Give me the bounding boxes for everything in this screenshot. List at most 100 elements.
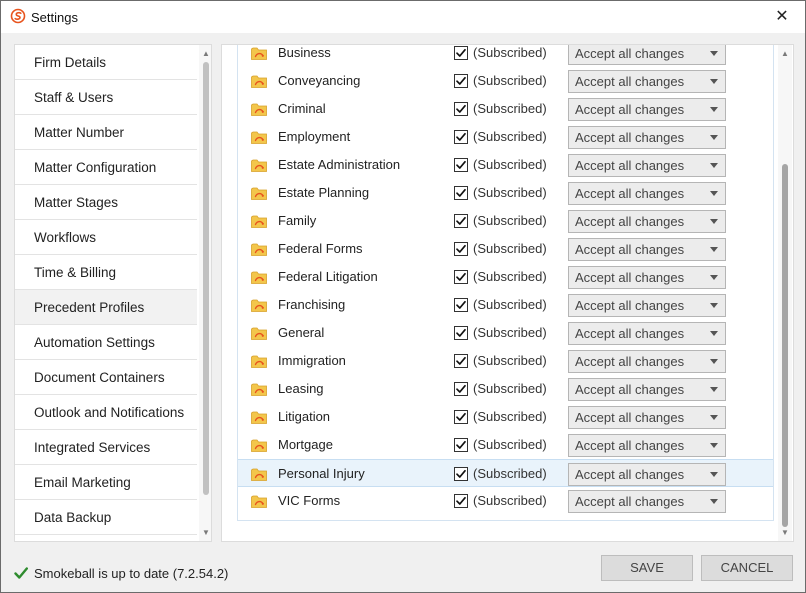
profile-row[interactable]: Personal Injury (Subscribed) Accept all ch… [238, 459, 773, 487]
subscribe-checkbox[interactable] [454, 298, 468, 312]
subscribe-checkbox[interactable] [454, 46, 468, 60]
subscribe-checkbox[interactable] [454, 102, 468, 116]
sidebar-scroll-thumb[interactable] [203, 62, 209, 495]
dropdown-value: Accept all changes [575, 46, 685, 61]
sidebar-item-workflows[interactable]: Workflows [15, 220, 197, 255]
profile-name: Federal Litigation [278, 269, 378, 284]
subscribe-checkbox[interactable] [454, 438, 468, 452]
update-policy-dropdown[interactable]: Accept all changes [568, 266, 726, 289]
scroll-down-arrow-icon[interactable]: ▼ [199, 526, 211, 540]
subscribe-checkbox[interactable] [454, 467, 468, 481]
precedent-folder-icon [250, 184, 268, 202]
profile-name: VIC Forms [278, 493, 341, 508]
update-policy-dropdown[interactable]: Accept all changes [568, 238, 726, 261]
settings-window: Settings ✕ Firm Details Staff & Users Matt… [0, 0, 806, 593]
dropdown-value: Accept all changes [575, 382, 685, 397]
profile-name: Estate Administration [278, 157, 401, 172]
update-policy-dropdown[interactable]: Accept all changes [568, 378, 726, 401]
chevron-down-icon [710, 415, 718, 420]
subscription-status: (Subscribed) [473, 325, 547, 340]
profile-row[interactable]: Federal Forms (Subscribed) Accept all chan… [238, 235, 773, 263]
chevron-down-icon [710, 331, 718, 336]
profile-row[interactable]: Estate Administration (Subscribed) Accept … [238, 151, 773, 179]
subscribe-checkbox[interactable] [454, 74, 468, 88]
sidebar-item-integrated-services[interactable]: Integrated Services [15, 430, 197, 465]
update-policy-dropdown[interactable]: Accept all changes [568, 70, 726, 93]
scroll-up-arrow-icon[interactable]: ▲ [778, 47, 792, 61]
update-policy-dropdown[interactable]: Accept all changes [568, 154, 726, 177]
sidebar-item-document-containers[interactable]: Document Containers [15, 360, 197, 395]
profile-row[interactable]: Conveyancing (Subscribed) Accept all chang… [238, 67, 773, 95]
dropdown-value: Accept all changes [575, 242, 685, 257]
sidebar-item-automation-settings[interactable]: Automation Settings [15, 325, 197, 360]
dropdown-value: Accept all changes [575, 438, 685, 453]
close-button[interactable]: ✕ [759, 1, 805, 31]
save-button[interactable]: SAVE [601, 555, 693, 581]
subscribe-checkbox[interactable] [454, 158, 468, 172]
profile-row[interactable]: Criminal (Subscribed) Accept all changes [238, 95, 773, 123]
profile-row[interactable]: Leasing (Subscribed) Accept all changes [238, 375, 773, 403]
update-policy-dropdown[interactable]: Accept all changes [568, 182, 726, 205]
profile-row[interactable]: Immigration (Subscribed) Accept all change… [238, 347, 773, 375]
profile-row[interactable]: Business (Subscribed) Accept all changes [238, 45, 773, 67]
profile-row[interactable]: Estate Planning (Subscribed) Accept all ch… [238, 179, 773, 207]
sidebar-item-staff-users[interactable]: Staff & Users [15, 80, 197, 115]
update-policy-dropdown[interactable]: Accept all changes [568, 45, 726, 65]
profile-name: Conveyancing [278, 73, 361, 88]
chevron-down-icon [710, 443, 718, 448]
content-scroll-thumb[interactable] [782, 164, 788, 527]
profile-row[interactable]: Employment (Subscribed) Accept all changes [238, 123, 773, 151]
chevron-down-icon [710, 359, 718, 364]
sidebar-item-outlook-and-notifications[interactable]: Outlook and Notifications [15, 395, 197, 430]
sidebar-item-email-marketing[interactable]: Email Marketing [15, 465, 197, 500]
subscribe-checkbox[interactable] [454, 242, 468, 256]
scroll-up-arrow-icon[interactable]: ▲ [199, 47, 211, 61]
update-policy-dropdown[interactable]: Accept all changes [568, 98, 726, 121]
update-policy-dropdown[interactable]: Accept all changes [568, 490, 726, 513]
dropdown-value: Accept all changes [575, 467, 685, 482]
sidebar-item-firm-details[interactable]: Firm Details [15, 45, 197, 80]
profile-name: Litigation [278, 409, 331, 424]
sidebar-item-time-billing[interactable]: Time & Billing [15, 255, 197, 290]
close-icon: ✕ [775, 8, 789, 25]
subscription-status: (Subscribed) [473, 241, 547, 256]
profile-row[interactable]: Mortgage (Subscribed) Accept all changes [238, 431, 773, 459]
update-policy-dropdown[interactable]: Accept all changes [568, 210, 726, 233]
content-scrollbar[interactable]: ▲ ▼ [778, 45, 792, 541]
update-policy-dropdown[interactable]: Accept all changes [568, 294, 726, 317]
subscribe-checkbox[interactable] [454, 270, 468, 284]
sidebar-scrollbar[interactable]: ▲ ▼ [199, 45, 211, 541]
sidebar-item-data-backup[interactable]: Data Backup [15, 500, 197, 535]
sidebar-item-precedent-profiles[interactable]: Precedent Profiles [15, 290, 197, 325]
profile-name: Criminal [278, 101, 326, 116]
subscribe-checkbox[interactable] [454, 382, 468, 396]
chevron-down-icon [710, 107, 718, 112]
profiles-list-box: Business (Subscribed) Accept all changes Co… [237, 45, 774, 521]
profile-name: Mortgage [278, 437, 333, 452]
scroll-down-arrow-icon[interactable]: ▼ [778, 526, 792, 540]
update-policy-dropdown[interactable]: Accept all changes [568, 463, 726, 486]
subscribe-checkbox[interactable] [454, 186, 468, 200]
profile-row[interactable]: VIC Forms (Subscribed) Accept all changes [238, 487, 773, 515]
profile-row[interactable]: General (Subscribed) Accept all changes [238, 319, 773, 347]
update-policy-dropdown[interactable]: Accept all changes [568, 322, 726, 345]
cancel-button[interactable]: CANCEL [701, 555, 793, 581]
precedent-folder-icon [250, 212, 268, 230]
subscribe-checkbox[interactable] [454, 326, 468, 340]
subscribe-checkbox[interactable] [454, 130, 468, 144]
update-policy-dropdown[interactable]: Accept all changes [568, 350, 726, 373]
profile-row[interactable]: Family (Subscribed) Accept all changes [238, 207, 773, 235]
sidebar-item-matter-number[interactable]: Matter Number [15, 115, 197, 150]
sidebar-item-matter-configuration[interactable]: Matter Configuration [15, 150, 197, 185]
profile-row[interactable]: Litigation (Subscribed) Accept all changes [238, 403, 773, 431]
subscribe-checkbox[interactable] [454, 214, 468, 228]
subscribe-checkbox[interactable] [454, 410, 468, 424]
subscribe-checkbox[interactable] [454, 494, 468, 508]
sidebar-item-matter-stages[interactable]: Matter Stages [15, 185, 197, 220]
update-policy-dropdown[interactable]: Accept all changes [568, 126, 726, 149]
profile-row[interactable]: Franchising (Subscribed) Accept all change… [238, 291, 773, 319]
update-policy-dropdown[interactable]: Accept all changes [568, 434, 726, 457]
profile-row[interactable]: Federal Litigation (Subscribed) Accept all… [238, 263, 773, 291]
update-policy-dropdown[interactable]: Accept all changes [568, 406, 726, 429]
subscribe-checkbox[interactable] [454, 354, 468, 368]
